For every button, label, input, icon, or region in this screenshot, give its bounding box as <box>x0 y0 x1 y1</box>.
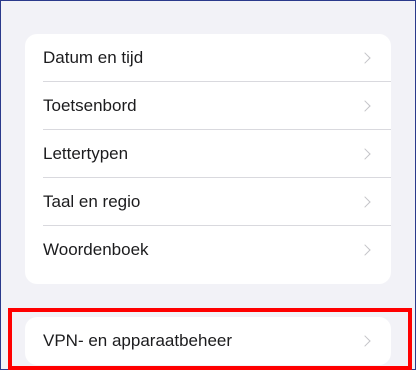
chevron-right-icon <box>359 148 371 160</box>
vpn-settings-group: VPN- en apparaatbeheer <box>25 317 391 365</box>
chevron-right-icon <box>359 100 371 112</box>
general-settings-group: Datum en tijd Toetsenbord Lettertypen Ta… <box>25 34 391 284</box>
settings-panel: Datum en tijd Toetsenbord Lettertypen Ta… <box>0 0 416 370</box>
chevron-right-icon <box>359 196 371 208</box>
chevron-right-icon <box>359 52 371 64</box>
row-label: Woordenboek <box>43 240 149 259</box>
row-label: Lettertypen <box>43 144 129 163</box>
row-label: Toetsenbord <box>43 96 137 115</box>
chevron-right-icon <box>359 244 371 256</box>
row-vpn-device-management[interactable]: VPN- en apparaatbeheer <box>25 317 391 365</box>
row-label: Datum en tijd <box>43 48 144 67</box>
row-language-region[interactable]: Taal en regio <box>25 178 391 226</box>
chevron-right-icon <box>359 335 371 347</box>
row-date-time[interactable]: Datum en tijd <box>25 34 391 82</box>
row-dictionary[interactable]: Woordenboek <box>25 226 391 274</box>
row-label: Taal en regio <box>43 192 141 211</box>
row-keyboard[interactable]: Toetsenbord <box>25 82 391 130</box>
row-label: VPN- en apparaatbeheer <box>43 331 233 350</box>
row-fonts[interactable]: Lettertypen <box>25 130 391 178</box>
